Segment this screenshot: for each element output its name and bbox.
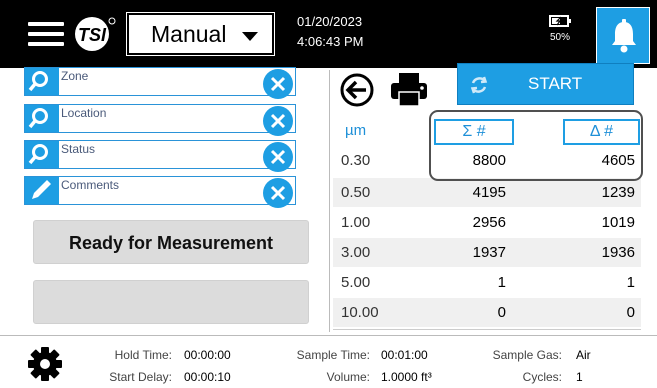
cumulative-cell: 1 [497,274,506,291]
top-bar: TSI Manual 01/20/2023 4:06:43 PM 50% [0,0,657,68]
size-cell: 10.00 [341,304,379,321]
table-row: 10.00 0 0 [333,298,641,327]
differential-cell: 1019 [601,214,635,231]
print-button[interactable] [389,70,429,108]
battery-icon [549,15,571,27]
close-icon [270,113,286,129]
status-label: Status [61,142,96,156]
differential-cell: 0 [626,304,635,321]
hold-time-label: Hold Time: [114,348,172,362]
table-row: 1.00 2956 1019 [333,208,641,237]
sample-gas-label: Sample Gas: [492,348,562,362]
location-label: Location [61,106,107,120]
differential-cell: 1 [626,274,635,291]
close-icon [270,149,286,165]
table-row: 0.50 4195 1239 [333,178,641,207]
search-icon [25,68,59,95]
volume-value: 1.0000 ft³ [381,370,432,384]
clear-location-button[interactable] [263,106,293,136]
start-delay-label: Start Delay: [109,370,172,384]
back-arrow-icon [340,73,374,107]
mode-value: Manual [151,20,227,47]
size-cell: 0.30 [341,152,371,169]
clear-comments-button[interactable] [263,178,293,208]
table-row: 5.00 1 1 [333,268,641,297]
start-delay-value: 00:00:10 [184,370,231,384]
differential-cell: 1239 [601,184,635,201]
highlight-outline [429,110,643,181]
start-button[interactable]: START [457,63,634,105]
time-text: 4:06:43 PM [297,34,364,49]
footer-divider [0,335,657,336]
cumulative-cell: 1937 [472,244,506,261]
date-text: 01/20/2023 [297,14,363,29]
battery-indicator: 50% [545,14,575,43]
tsi-logo: TSI [73,15,117,53]
comments-field[interactable]: Comments [24,176,296,208]
clear-zone-button[interactable] [263,69,293,99]
status-message: Ready for Measurement [68,233,274,253]
sample-time-value: 00:01:00 [381,348,428,362]
notifications-button[interactable] [596,7,650,64]
gear-icon [28,347,62,381]
size-cell: 5.00 [341,274,371,291]
size-cell: 0.50 [341,184,371,201]
status-message-box: Ready for Measurement [33,220,309,264]
sample-time-label: Sample Time: [296,348,370,362]
table-bottom-rule [333,329,641,330]
secondary-status-box [33,280,309,324]
location-field[interactable]: Location [24,104,296,136]
sample-gas-value: Air [576,348,591,362]
close-icon [270,76,286,92]
size-cell: 3.00 [341,244,371,261]
date-time: 01/20/2023 4:06:43 PM [297,12,364,52]
column-header-size: µm [345,122,367,139]
refresh-icon [470,76,488,94]
differential-cell: 1936 [601,244,635,261]
cumulative-cell: 4195 [472,184,506,201]
search-icon [25,105,59,132]
cycles-value: 1 [576,370,583,384]
battery-percent: 50% [549,32,570,43]
mode-dropdown[interactable]: Manual [126,12,275,56]
panel-divider [329,70,330,332]
printer-icon [391,73,427,107]
chevron-down-icon [242,32,258,41]
cumulative-cell: 2956 [472,214,506,231]
back-button[interactable] [339,72,375,108]
svg-text:TSI: TSI [78,25,107,45]
pencil-icon [25,177,59,204]
start-label: START [528,74,583,93]
cumulative-cell: 0 [497,304,506,321]
search-icon [25,141,59,168]
zone-field[interactable]: Zone [24,67,296,99]
size-cell: 1.00 [341,214,371,231]
close-icon [270,185,286,201]
bell-icon [612,19,636,53]
zone-label: Zone [61,69,89,83]
settings-button[interactable] [26,345,64,383]
hamburger-menu-icon[interactable] [28,18,68,50]
clear-status-button[interactable] [263,142,293,172]
status-field[interactable]: Status [24,140,296,172]
table-row: 3.00 1937 1936 [333,238,641,267]
comments-label: Comments [61,178,120,192]
cycles-label: Cycles: [522,370,562,384]
volume-label: Volume: [326,370,370,384]
hold-time-value: 00:00:00 [184,348,231,362]
